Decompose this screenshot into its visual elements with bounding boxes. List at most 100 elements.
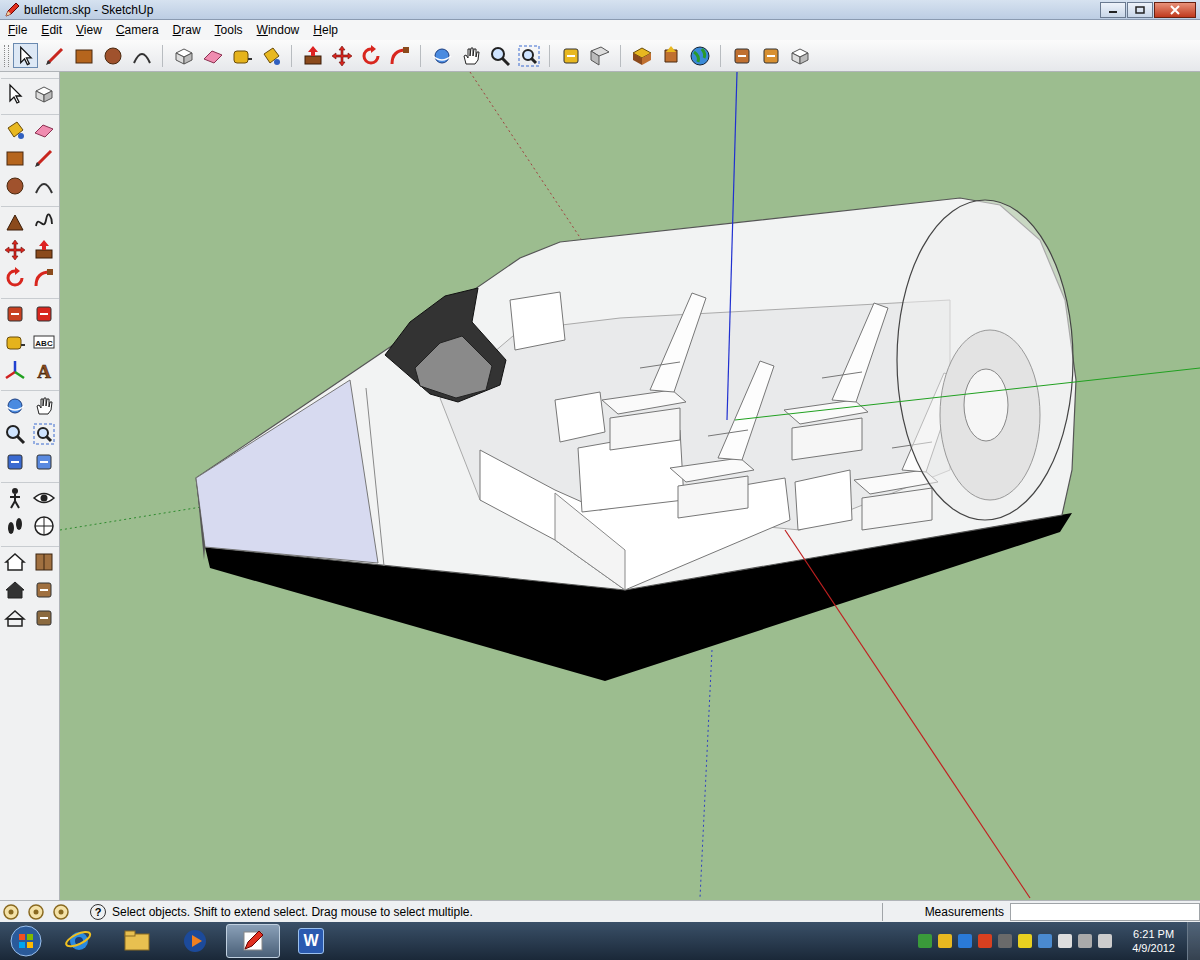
hatch[interactable] xyxy=(940,330,1040,500)
tool-button[interactable] xyxy=(2,117,28,143)
tool-button[interactable] xyxy=(516,43,541,68)
tray-icon[interactable] xyxy=(938,934,952,948)
capsule-model[interactable] xyxy=(196,198,1076,681)
tool-button[interactable] xyxy=(31,549,57,575)
tool-button[interactable] xyxy=(2,577,28,603)
tool-button[interactable] xyxy=(2,549,28,575)
tool-button[interactable] xyxy=(31,605,57,631)
tool-button[interactable] xyxy=(171,43,196,68)
tool-button[interactable] xyxy=(31,237,57,263)
seat[interactable] xyxy=(670,361,774,518)
tool-button[interactable] xyxy=(2,393,28,419)
tool-button[interactable] xyxy=(787,43,812,68)
tray-icon[interactable] xyxy=(1058,934,1072,948)
tool-button[interactable] xyxy=(429,43,454,68)
tool-button[interactable] xyxy=(2,513,28,539)
tool-button[interactable] xyxy=(2,81,28,107)
tool-button[interactable] xyxy=(2,145,28,171)
taskbar-app[interactable] xyxy=(226,924,280,958)
taskbar-app[interactable] xyxy=(52,924,106,958)
tool-button[interactable] xyxy=(71,43,96,68)
tool-button[interactable] xyxy=(487,43,512,68)
tray-icon[interactable] xyxy=(1098,934,1112,948)
tool-button[interactable] xyxy=(300,43,325,68)
tool-button[interactable] xyxy=(200,43,225,68)
tool-button[interactable] xyxy=(31,209,57,235)
start-button[interactable] xyxy=(4,924,48,958)
menu-item[interactable]: Edit xyxy=(35,21,68,39)
tool-button[interactable] xyxy=(2,209,28,235)
close-button[interactable] xyxy=(1154,2,1196,18)
tray-icon[interactable] xyxy=(998,934,1012,948)
menu-item[interactable]: Tools xyxy=(209,21,249,39)
tool-button[interactable] xyxy=(31,449,57,475)
toolbar-grip[interactable] xyxy=(4,45,9,67)
tool-button[interactable] xyxy=(229,43,254,68)
tool-button[interactable] xyxy=(258,43,283,68)
taskbar-app[interactable] xyxy=(110,924,164,958)
tool-button[interactable]: ABC xyxy=(31,329,57,355)
tool-button[interactable] xyxy=(2,329,28,355)
menu-item[interactable]: File xyxy=(2,21,33,39)
tray-icon[interactable] xyxy=(978,934,992,948)
tool-button[interactable] xyxy=(31,145,57,171)
tool-button[interactable] xyxy=(587,43,612,68)
tool-button[interactable] xyxy=(2,173,28,199)
tool-button[interactable] xyxy=(42,43,67,68)
drawing-canvas[interactable] xyxy=(60,72,1200,900)
tool-button[interactable] xyxy=(31,577,57,603)
tool-button[interactable] xyxy=(31,393,57,419)
tool-button[interactable] xyxy=(2,265,28,291)
tray-icon[interactable] xyxy=(918,934,932,948)
status-circle-icon[interactable] xyxy=(27,903,45,921)
tray-icon[interactable] xyxy=(1038,934,1052,948)
tool-button[interactable] xyxy=(2,357,28,383)
help-button[interactable]: ? xyxy=(90,904,106,920)
tool-button[interactable] xyxy=(387,43,412,68)
tool-button[interactable] xyxy=(2,421,28,447)
status-circle-icon[interactable] xyxy=(2,903,20,921)
tool-button[interactable] xyxy=(458,43,483,68)
minimize-button[interactable] xyxy=(1100,2,1126,18)
menu-item[interactable]: View xyxy=(70,21,108,39)
tool-button[interactable] xyxy=(358,43,383,68)
tool-button[interactable] xyxy=(629,43,654,68)
tool-button[interactable] xyxy=(2,605,28,631)
seat[interactable] xyxy=(784,303,888,460)
tool-button[interactable] xyxy=(2,237,28,263)
tray-icon[interactable] xyxy=(1018,934,1032,948)
tool-button[interactable] xyxy=(31,301,57,327)
tool-button[interactable] xyxy=(729,43,754,68)
tool-button[interactable] xyxy=(31,513,57,539)
tool-button[interactable] xyxy=(31,265,57,291)
tool-button[interactable] xyxy=(129,43,154,68)
menu-item[interactable]: Draw xyxy=(167,21,207,39)
tool-button[interactable] xyxy=(31,81,57,107)
tool-button[interactable] xyxy=(2,449,28,475)
taskbar-app[interactable] xyxy=(168,924,222,958)
tool-button[interactable] xyxy=(13,43,38,68)
tool-button[interactable] xyxy=(100,43,125,68)
tool-button[interactable] xyxy=(658,43,683,68)
tool-button[interactable] xyxy=(758,43,783,68)
show-desktop-button[interactable] xyxy=(1187,922,1200,960)
seat[interactable] xyxy=(602,293,706,450)
tool-button[interactable] xyxy=(329,43,354,68)
taskbar-app[interactable]: W xyxy=(284,924,338,958)
clock[interactable]: 6:21 PM4/9/2012 xyxy=(1124,927,1183,955)
tool-button[interactable] xyxy=(31,421,57,447)
tray-icon[interactable] xyxy=(1078,934,1092,948)
status-circle-icon[interactable] xyxy=(52,903,70,921)
model-viewport[interactable] xyxy=(60,72,1200,900)
measurements-field[interactable] xyxy=(1010,903,1200,921)
menu-item[interactable]: Camera xyxy=(110,21,165,39)
menu-item[interactable]: Window xyxy=(251,21,306,39)
tray-icon[interactable] xyxy=(958,934,972,948)
tool-button[interactable] xyxy=(31,173,57,199)
menu-item[interactable]: Help xyxy=(307,21,344,39)
tool-button[interactable] xyxy=(31,117,57,143)
tool-button[interactable] xyxy=(2,301,28,327)
tool-button[interactable] xyxy=(558,43,583,68)
maximize-button[interactable] xyxy=(1127,2,1153,18)
tool-button[interactable]: A xyxy=(31,357,57,383)
